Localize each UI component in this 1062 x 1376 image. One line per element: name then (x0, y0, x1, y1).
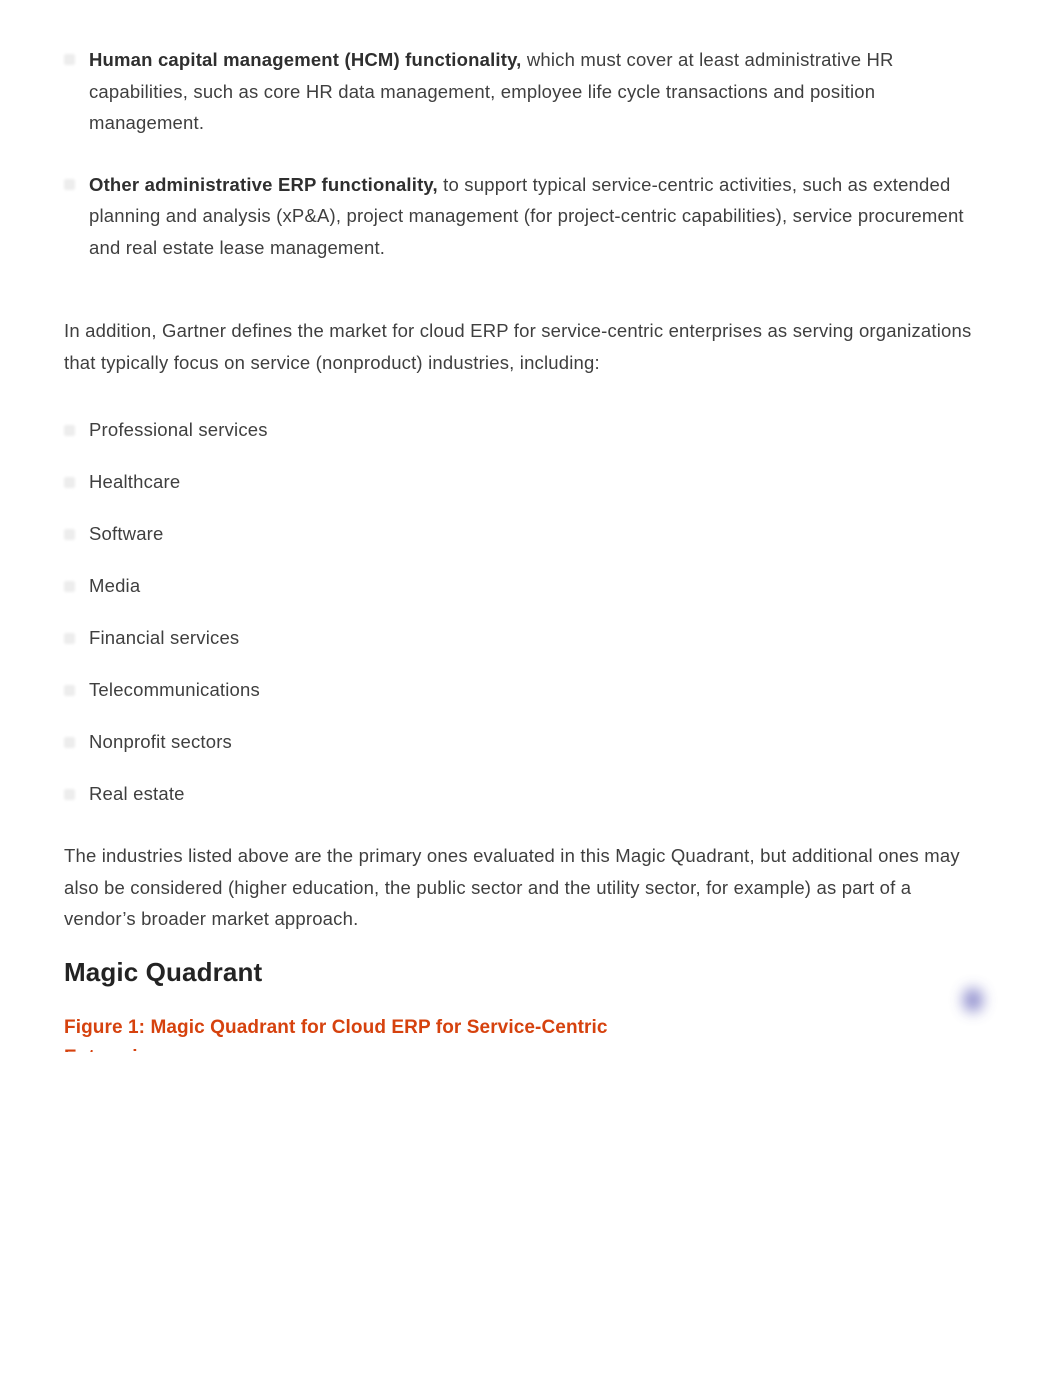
document-page: Human capital management (HCM) functiona… (0, 0, 1062, 1376)
square-bullet-icon (64, 737, 75, 748)
bullet-bold-lead: Human capital management (HCM) functiona… (89, 49, 522, 70)
bullet-bold-lead: Other administrative ERP functionality, (89, 173, 438, 195)
industry-label: Healthcare (89, 471, 181, 492)
industries-note-paragraph: The industries listed above are the prim… (64, 845, 960, 929)
square-bullet-icon (64, 477, 75, 488)
list-item: Professional services (64, 404, 982, 456)
loading-spinner-icon (963, 988, 983, 1012)
industry-label: Nonprofit sectors (89, 731, 232, 752)
square-bullet-icon (64, 633, 75, 644)
list-item: Software (64, 508, 982, 560)
square-bullet-icon (64, 54, 75, 65)
industry-label: Professional services (89, 419, 268, 440)
document-content: Human capital management (HCM) functiona… (64, 44, 982, 1073)
square-bullet-icon (64, 685, 75, 696)
list-item: Other administrative ERP functionality, … (64, 169, 982, 264)
list-item: Healthcare (64, 456, 982, 508)
square-bullet-icon (64, 178, 75, 190)
list-item: Media (64, 560, 982, 612)
list-item: Real estate (64, 768, 982, 820)
list-item: Financial services (64, 612, 982, 664)
bullet-paragraph-text: Human capital management (HCM) functiona… (89, 44, 982, 139)
list-item: Human capital management (HCM) functiona… (64, 44, 982, 139)
page-title: Magic Quadrant (64, 957, 263, 987)
industry-label: Media (89, 575, 141, 596)
list-item: Telecommunications (64, 664, 982, 716)
industries-list: Professional services Healthcare Softwar… (64, 404, 982, 820)
industry-label: Financial services (89, 627, 240, 648)
industry-label: Software (89, 523, 164, 544)
industry-label: Real estate (89, 783, 185, 804)
industry-label: Telecommunications (89, 679, 260, 700)
square-bullet-icon (64, 789, 75, 800)
bullet-paragraph-text: Other administrative ERP functionality, … (89, 169, 982, 264)
square-bullet-icon (64, 581, 75, 592)
list-item: Nonprofit sectors (64, 716, 982, 768)
gartner-definition-paragraph: In addition, Gartner defines the market … (64, 320, 972, 373)
square-bullet-icon (64, 425, 75, 436)
figure-image-placeholder (64, 1052, 982, 1352)
square-bullet-icon (64, 529, 75, 540)
